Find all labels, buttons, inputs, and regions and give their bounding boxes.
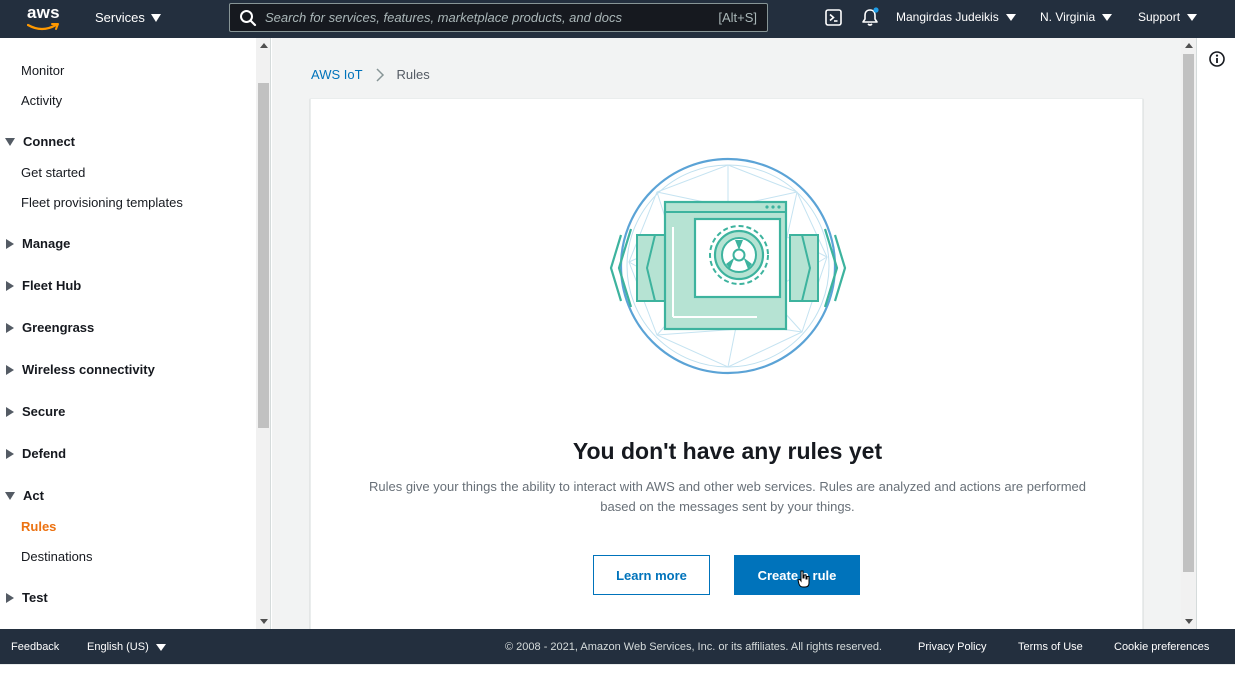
sidebar-section-act[interactable]: Act: [5, 488, 44, 503]
scroll-up-arrow-icon[interactable]: [1185, 43, 1193, 48]
search-icon: [240, 9, 257, 26]
sidebar-section-fleet-hub[interactable]: Fleet Hub: [5, 278, 81, 293]
privacy-policy-link[interactable]: Privacy Policy: [918, 641, 986, 653]
rules-engine-illustration-icon: [609, 157, 847, 375]
sidebar-item-get-started[interactable]: Get started: [21, 165, 85, 180]
sidebar-section-greengrass[interactable]: Greengrass: [5, 320, 94, 335]
sidebar-section-label: Wireless connectivity: [22, 362, 155, 377]
learn-more-button[interactable]: Learn more: [593, 555, 710, 595]
sidebar-section-manage[interactable]: Manage: [5, 236, 70, 251]
sidebar-item-monitor[interactable]: Monitor: [21, 63, 64, 78]
sidebar-navigation: Monitor Activity Connect Get started Fle…: [0, 38, 271, 629]
caret-right-icon: [6, 592, 14, 603]
sidebar-section-label: Greengrass: [22, 320, 95, 335]
cookie-preferences-link[interactable]: Cookie preferences: [1114, 641, 1209, 653]
scroll-down-arrow-icon[interactable]: [1185, 619, 1193, 624]
chevron-down-icon: [155, 643, 166, 651]
language-label: English (US): [87, 641, 149, 653]
caret-down-icon: [5, 137, 15, 146]
services-label: Services: [95, 10, 145, 25]
info-icon[interactable]: [1209, 51, 1225, 67]
copyright-text: © 2008 - 2021, Amazon Web Services, Inc.…: [505, 641, 882, 653]
sidebar-section-label: Act: [23, 488, 44, 503]
services-menu-button[interactable]: Services: [95, 10, 161, 25]
aws-logo[interactable]: aws: [27, 3, 67, 35]
sidebar-section-label: Defend: [22, 446, 67, 461]
terms-of-use-link[interactable]: Terms of Use: [1018, 641, 1083, 653]
caret-down-icon: [5, 491, 15, 500]
caret-right-icon: [6, 364, 14, 375]
search-input[interactable]: [257, 10, 719, 25]
cloudshell-icon[interactable]: [825, 9, 842, 26]
sidebar-section-label: Connect: [23, 134, 75, 149]
account-name: Mangirdas Judeikis: [896, 10, 999, 24]
bottom-strip: [0, 664, 1235, 673]
footer: Feedback English (US) © 2008 - 2021, Ama…: [0, 629, 1235, 664]
scroll-down-arrow-icon[interactable]: [260, 619, 268, 624]
region-name: N. Virginia: [1040, 10, 1096, 24]
caret-right-icon: [6, 448, 14, 459]
caret-right-icon: [6, 322, 14, 333]
caret-right-icon: [6, 238, 14, 249]
aws-smile-icon: [27, 23, 59, 31]
sidebar-section-secure[interactable]: Secure: [5, 404, 65, 419]
sidebar-item-fleet-provisioning-templates[interactable]: Fleet provisioning templates: [21, 195, 183, 210]
bell-icon[interactable]: [861, 7, 879, 27]
feedback-link[interactable]: Feedback: [11, 641, 59, 653]
main-content: AWS IoT Rules You don't have any rules y…: [272, 38, 1196, 629]
sidebar-section-label: Manage: [22, 236, 71, 251]
caret-right-icon: [6, 406, 14, 417]
caret-right-icon: [6, 280, 14, 291]
sidebar-section-defend[interactable]: Defend: [5, 446, 66, 461]
sidebar-item-rules[interactable]: Rules: [21, 519, 56, 534]
empty-state-panel: You don't have any rules yet Rules give …: [310, 98, 1143, 629]
top-navigation: aws Services [Alt+S] Mangirdas Judeikis …: [0, 0, 1235, 38]
empty-state-title: You don't have any rules yet: [572, 438, 883, 464]
search-shortcut-hint: [Alt+S]: [718, 10, 757, 25]
support-menu-button[interactable]: Support: [1138, 10, 1198, 24]
global-search[interactable]: [Alt+S]: [229, 3, 768, 32]
main-scrollbar-thumb[interactable]: [1183, 54, 1194, 572]
hand-pointer-cursor-icon: [797, 570, 810, 588]
sidebar-section-label: Test: [22, 590, 48, 605]
empty-state-description: Rules give your things the ability to in…: [368, 479, 1087, 514]
scroll-up-arrow-icon[interactable]: [260, 43, 268, 48]
breadcrumb-current: Rules: [396, 67, 430, 82]
sidebar-item-activity[interactable]: Activity: [21, 93, 62, 108]
account-menu-button[interactable]: Mangirdas Judeikis: [896, 10, 1016, 24]
breadcrumb-aws-iot-link[interactable]: AWS IoT: [311, 67, 363, 82]
chevron-down-icon: [150, 13, 161, 22]
support-label: Support: [1138, 10, 1181, 24]
sidebar-section-label: Fleet Hub: [22, 278, 82, 293]
main-scrollbar[interactable]: [1181, 38, 1196, 629]
sidebar-scrollbar[interactable]: [256, 38, 270, 629]
sidebar-section-wireless-connectivity[interactable]: Wireless connectivity: [5, 362, 155, 377]
help-panel-rail: [1196, 38, 1235, 629]
region-menu-button[interactable]: N. Virginia: [1040, 10, 1113, 24]
sidebar-item-destinations[interactable]: Destinations: [21, 549, 93, 564]
sidebar-section-connect[interactable]: Connect: [5, 134, 75, 149]
chevron-right-icon: [376, 67, 384, 82]
chevron-down-icon: [1187, 13, 1198, 21]
language-selector[interactable]: English (US): [87, 641, 166, 653]
breadcrumb: AWS IoT Rules: [311, 67, 430, 82]
sidebar-section-label: Secure: [22, 404, 66, 419]
sidebar-scrollbar-thumb[interactable]: [258, 83, 269, 428]
aws-logo-text: aws: [27, 3, 60, 22]
chevron-down-icon: [1102, 13, 1113, 21]
sidebar-section-test[interactable]: Test: [5, 590, 48, 605]
chevron-down-icon: [1005, 13, 1016, 21]
